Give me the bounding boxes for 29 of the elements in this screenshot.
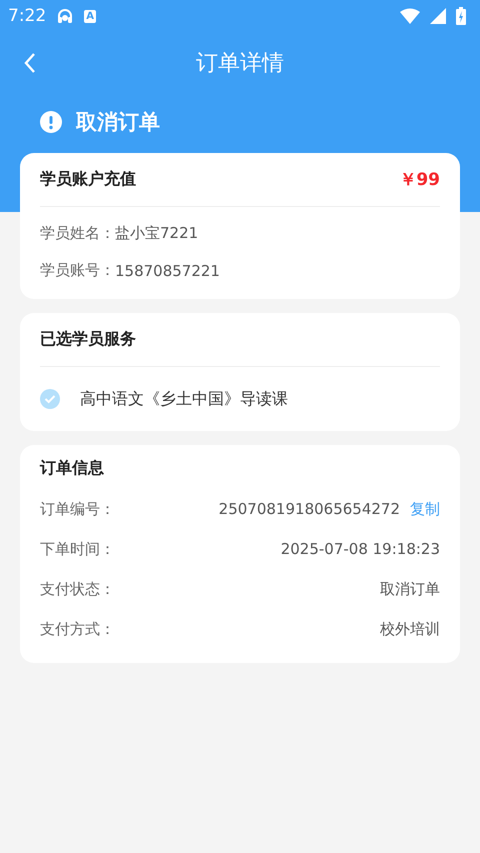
field-value: 15870857221 [115,262,220,280]
order-status-text: 取消订单 [76,108,160,136]
signal-icon [430,8,446,24]
page-title: 订单详情 [196,50,284,78]
field-value: 2025-07-08 19:18:23 [280,540,440,558]
field-label: 学员姓名： [40,224,115,243]
copy-link[interactable]: 复制 [400,500,440,518]
field-label: 学员账号： [40,261,115,280]
field-value: 校外培训 [380,620,440,638]
checkbox-icon[interactable] [40,389,60,409]
field-value: 2507081918065654272 [218,500,400,518]
field-label: 支付状态： [40,580,115,598]
field-label: 订单编号： [40,500,115,518]
price-text: ￥99 [399,169,440,191]
field-value: 盐小宝7221 [115,224,198,243]
notification-icon: A [84,10,96,22]
headphones-icon [56,7,74,25]
card-title: 已选学员服务 [40,329,136,350]
back-icon [23,52,37,74]
status-time: 7:22 [8,6,46,26]
field-value: 取消订单 [380,580,440,598]
exclamation-icon [40,110,62,132]
card-title: 学员账户充值 [40,169,136,190]
service-name: 高中语文《乡土中国》导读课 [80,388,288,410]
field-label: 支付方式： [40,620,115,638]
field-label: 下单时间： [40,540,115,558]
battery-icon [456,7,466,25]
wifi-icon [400,8,420,24]
card-title: 订单信息 [40,457,105,479]
